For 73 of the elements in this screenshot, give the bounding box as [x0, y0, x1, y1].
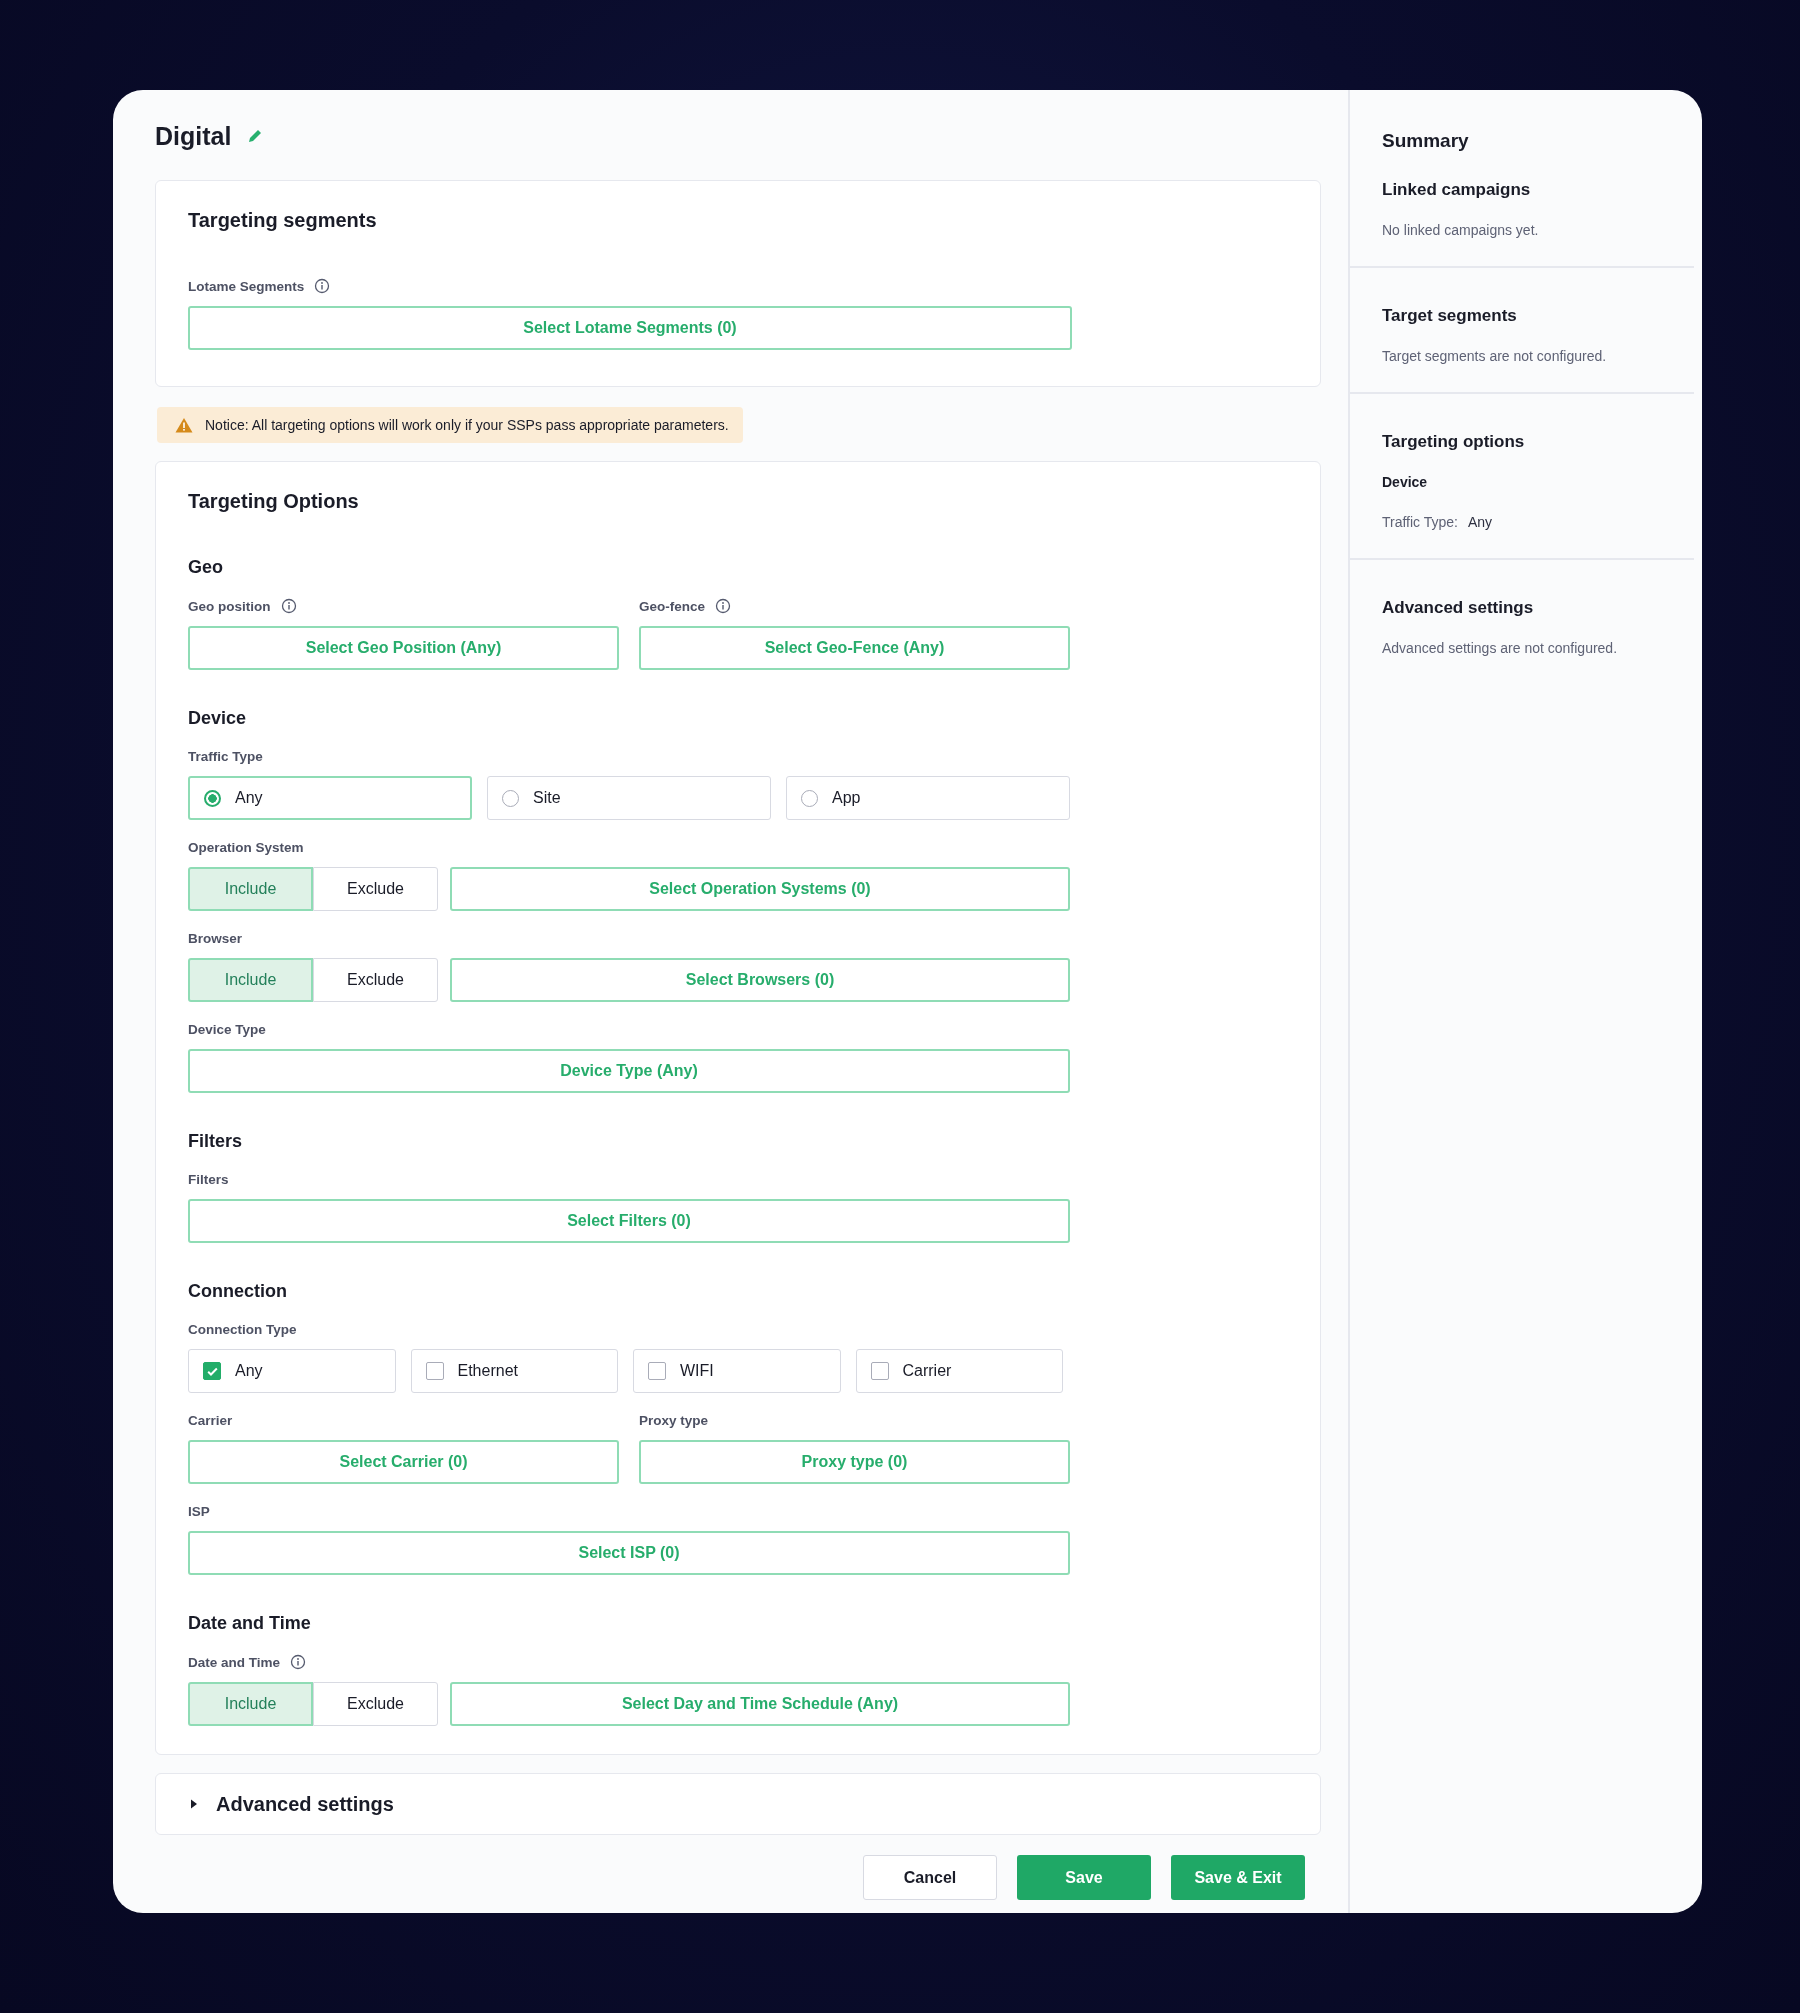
- summary-text: Advanced settings are not configured.: [1382, 640, 1619, 656]
- summary-label: Traffic Type:: [1382, 514, 1458, 530]
- radio-option[interactable]: App: [786, 776, 1070, 820]
- toggle-button[interactable]: Include: [188, 1682, 313, 1726]
- toggle-button[interactable]: Exclude: [313, 958, 438, 1002]
- summary-subheading: Device: [1382, 474, 1429, 490]
- toggle-button[interactable]: Exclude: [313, 867, 438, 911]
- group-heading: Geo: [188, 557, 224, 578]
- summary-heading: Target segments: [1382, 306, 1518, 326]
- select-button[interactable]: Select Geo Position (Any): [188, 626, 619, 670]
- field-label: Filters: [188, 1172, 229, 1187]
- field-label: Connection Type: [188, 1322, 297, 1337]
- group-heading: Device: [188, 708, 248, 729]
- field-label: Geo position: [188, 598, 271, 614]
- group-heading: Filters: [188, 1131, 244, 1152]
- field-label: Traffic Type: [188, 749, 263, 764]
- field-label: Geo-fence: [639, 598, 706, 614]
- info-icon[interactable]: [280, 598, 297, 614]
- summary-heading: Advanced settings: [1382, 598, 1535, 618]
- select-button[interactable]: Select Filters (0): [188, 1199, 1070, 1243]
- select-button[interactable]: Select Day and Time Schedule (Any): [450, 1682, 1070, 1726]
- info-icon[interactable]: [715, 598, 732, 614]
- field-label: Date and Time: [188, 1654, 281, 1670]
- radio-option[interactable]: Site: [487, 776, 771, 820]
- select-button[interactable]: Proxy type (0): [639, 1440, 1070, 1484]
- checkbox[interactable]: [203, 1362, 221, 1380]
- section-title: Targeting segments: [188, 209, 378, 232]
- radio-button[interactable]: [204, 789, 221, 807]
- summary-heading: Targeting options: [1382, 432, 1526, 452]
- checkbox[interactable]: [425, 1362, 444, 1380]
- summary-heading: Linked campaigns: [1382, 180, 1532, 200]
- edit-icon[interactable]: [247, 128, 264, 144]
- checkbox[interactable]: [648, 1362, 666, 1380]
- select-button[interactable]: Device Type (Any): [188, 1049, 1070, 1093]
- page-title: Digital: [155, 121, 232, 151]
- group-heading: Date and Time: [188, 1613, 312, 1634]
- info-icon[interactable]: [314, 278, 331, 294]
- select-button[interactable]: Select Browsers (0): [450, 958, 1070, 1002]
- field-label: Operation System: [188, 840, 304, 855]
- summary-value: Any: [1468, 514, 1493, 530]
- checkbox-option[interactable]: Carrier: [855, 1349, 1063, 1393]
- summary-title: Summary: [1381, 130, 1470, 152]
- field-label: Proxy type: [639, 1413, 709, 1428]
- checkbox-option[interactable]: Ethernet: [410, 1349, 618, 1393]
- select-button[interactable]: Select Geo-Fence (Any): [639, 626, 1070, 670]
- summary-text: Target segments are not configured.: [1382, 348, 1608, 364]
- summary-text: No linked campaigns yet.: [1382, 222, 1540, 238]
- advanced-settings-header[interactable]: Advanced settings: [155, 1773, 1321, 1835]
- field-label: Device Type: [188, 1022, 266, 1037]
- select-button[interactable]: Select Lotame Segments (0): [188, 306, 1072, 350]
- select-button[interactable]: Select Operation Systems (0): [450, 867, 1070, 911]
- checkbox-option[interactable]: Any: [188, 1349, 396, 1393]
- toggle-button[interactable]: Include: [188, 958, 313, 1002]
- action-button[interactable]: Save: [1017, 1855, 1151, 1900]
- warning-icon: [175, 417, 193, 433]
- action-button[interactable]: Cancel: [863, 1855, 997, 1900]
- select-button[interactable]: Select ISP (0): [188, 1531, 1070, 1575]
- info-icon[interactable]: [290, 1654, 307, 1670]
- field-label: ISP: [188, 1504, 210, 1519]
- radio-option[interactable]: Any: [188, 776, 472, 820]
- checkbox-option[interactable]: WIFI: [633, 1349, 841, 1393]
- action-button[interactable]: Save & Exit: [1171, 1855, 1305, 1900]
- toggle-button[interactable]: Include: [188, 867, 313, 911]
- field-label: Lotame Segments: [188, 278, 305, 294]
- checkbox[interactable]: [870, 1362, 889, 1380]
- toggle-button[interactable]: Exclude: [313, 1682, 438, 1726]
- advanced-settings-label: Advanced settings: [216, 1792, 394, 1816]
- notice-text: Notice: All targeting options will work only if your SSPs pass appropriate parameters.: [205, 417, 729, 433]
- section-title: Targeting Options: [188, 490, 360, 513]
- field-label: Browser: [188, 931, 243, 946]
- select-button[interactable]: Select Carrier (0): [188, 1440, 619, 1484]
- field-label: Carrier: [188, 1413, 233, 1428]
- group-heading: Connection: [188, 1281, 288, 1302]
